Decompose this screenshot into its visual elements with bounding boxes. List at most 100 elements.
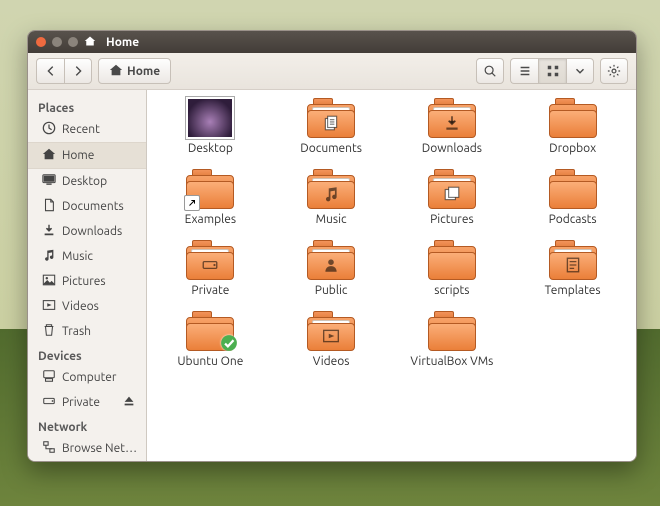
- item-label: Videos: [313, 355, 350, 368]
- sidebar-item-pictures[interactable]: Pictures: [28, 269, 146, 294]
- computer-icon: [42, 369, 56, 386]
- folder-icon: [428, 169, 476, 209]
- sidebar-item-home[interactable]: Home: [28, 142, 146, 169]
- sidebar-item-label: Music: [62, 250, 93, 263]
- titlebar[interactable]: Home: [28, 31, 636, 53]
- sidebar-item-label: Recent: [62, 123, 100, 136]
- sidebar-item-label: Desktop: [62, 175, 107, 188]
- desktop-icon: [42, 173, 56, 190]
- sidebar-item-computer[interactable]: Computer: [28, 365, 146, 390]
- sidebar-item-desktop[interactable]: Desktop: [28, 169, 146, 194]
- pictures-icon: [443, 185, 461, 206]
- folder-icon: [549, 98, 597, 138]
- desktop-icon: [186, 97, 234, 139]
- item-downloads[interactable]: Downloads: [397, 98, 508, 155]
- folder-icon: [186, 311, 234, 351]
- item-label: Desktop: [188, 142, 233, 155]
- picture-icon: [42, 273, 56, 290]
- sidebar-item-label: Videos: [62, 300, 99, 313]
- trash-icon: [42, 323, 56, 340]
- view-options-button[interactable]: [566, 58, 594, 84]
- person-icon: [322, 256, 340, 277]
- item-label: Templates: [545, 284, 601, 297]
- item-desktop[interactable]: Desktop: [155, 98, 266, 155]
- sidebar-item-videos[interactable]: Videos: [28, 294, 146, 319]
- folder-icon: [307, 311, 355, 351]
- sidebar-item-label: Private: [62, 396, 100, 409]
- item-virtualbox-vms[interactable]: VirtualBox VMs: [397, 311, 508, 368]
- sidebar-item-label: Home: [62, 149, 94, 162]
- folder-icon: [428, 311, 476, 351]
- sidebar-item-label: Pictures: [62, 275, 106, 288]
- music-icon: [42, 248, 56, 265]
- forward-button[interactable]: [64, 58, 92, 84]
- recent-icon: [42, 121, 56, 138]
- item-music[interactable]: Music: [276, 169, 387, 226]
- drive-icon: [201, 256, 219, 277]
- item-dropbox[interactable]: Dropbox: [517, 98, 628, 155]
- sidebar-item-label: Browse Net…: [62, 442, 137, 455]
- search-button[interactable]: [476, 58, 504, 84]
- window-close-button[interactable]: [36, 37, 46, 47]
- sidebar-section-network: Network: [28, 415, 146, 436]
- window-maximize-button[interactable]: [68, 37, 78, 47]
- document-stack-icon: [322, 114, 340, 135]
- sidebar-section-devices: Devices: [28, 344, 146, 365]
- sync-check-icon: [220, 334, 238, 355]
- item-templates[interactable]: Templates: [517, 240, 628, 297]
- item-label: Downloads: [422, 142, 482, 155]
- item-examples[interactable]: Examples: [155, 169, 266, 226]
- item-label: Examples: [185, 213, 236, 226]
- item-documents[interactable]: Documents: [276, 98, 387, 155]
- sidebar-item-label: Trash: [62, 325, 91, 338]
- sidebar-item-label: Documents: [62, 200, 124, 213]
- view-grid-button[interactable]: [538, 58, 566, 84]
- settings-button[interactable]: [600, 58, 628, 84]
- home-icon: [109, 63, 123, 80]
- folder-icon: [186, 240, 234, 280]
- item-label: Documents: [300, 142, 362, 155]
- sidebar-item-recent[interactable]: Recent: [28, 117, 146, 142]
- folder-icon: [307, 98, 355, 138]
- folder-icon: [307, 240, 355, 280]
- folder-icon: [549, 240, 597, 280]
- sidebar-item-browse-net[interactable]: Browse Net…: [28, 436, 146, 461]
- item-pictures[interactable]: Pictures: [397, 169, 508, 226]
- video-icon: [322, 327, 340, 348]
- view-list-button[interactable]: [510, 58, 538, 84]
- toolbar: Home: [28, 53, 636, 90]
- folder-icon: [428, 240, 476, 280]
- home-icon: [84, 35, 96, 50]
- download-icon: [443, 114, 461, 135]
- download-icon: [42, 223, 56, 240]
- window-title: Home: [106, 36, 139, 49]
- item-ubuntu-one[interactable]: Ubuntu One: [155, 311, 266, 368]
- item-private[interactable]: Private: [155, 240, 266, 297]
- music-icon: [322, 185, 340, 206]
- eject-button[interactable]: [122, 394, 136, 411]
- sidebar-item-trash[interactable]: Trash: [28, 319, 146, 344]
- folder-icon: [549, 169, 597, 209]
- location-label: Home: [127, 65, 160, 78]
- folder-icon: [428, 98, 476, 138]
- template-icon: [564, 256, 582, 277]
- file-manager-window: Home Home Places RecentHomeDesktopDocume…: [27, 30, 637, 462]
- sidebar-item-documents[interactable]: Documents: [28, 194, 146, 219]
- item-label: Ubuntu One: [177, 355, 243, 368]
- sidebar-item-music[interactable]: Music: [28, 244, 146, 269]
- item-label: Private: [191, 284, 229, 297]
- item-podcasts[interactable]: Podcasts: [517, 169, 628, 226]
- content-area[interactable]: Desktop Documents Downloads Dropbox Examples…: [147, 90, 636, 461]
- drive-icon: [42, 394, 56, 411]
- back-button[interactable]: [36, 58, 64, 84]
- shortcut-arrow-icon: [184, 195, 200, 211]
- sidebar-item-downloads[interactable]: Downloads: [28, 219, 146, 244]
- folder-icon: [186, 169, 234, 209]
- location-home-button[interactable]: Home: [98, 58, 171, 84]
- sidebar-item-private[interactable]: Private: [28, 390, 146, 415]
- window-minimize-button[interactable]: [52, 37, 62, 47]
- item-scripts[interactable]: scripts: [397, 240, 508, 297]
- item-label: Public: [315, 284, 348, 297]
- item-public[interactable]: Public: [276, 240, 387, 297]
- item-videos[interactable]: Videos: [276, 311, 387, 368]
